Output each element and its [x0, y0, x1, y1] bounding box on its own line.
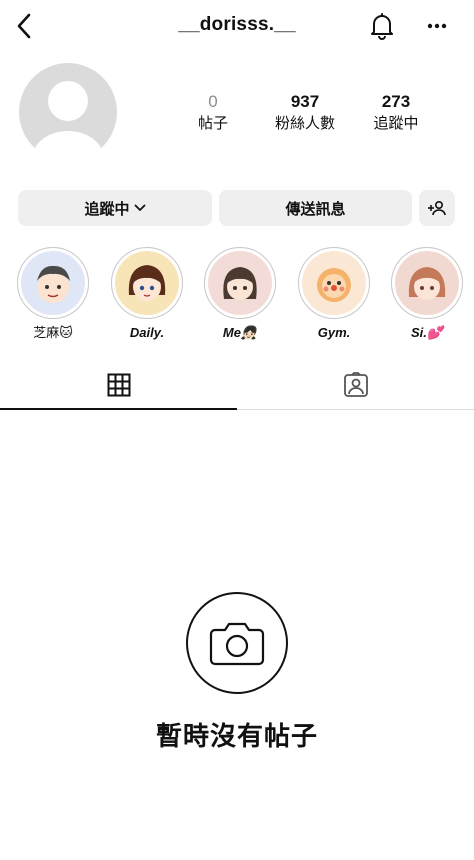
tab-posts-grid[interactable]	[0, 360, 237, 410]
empty-state-text: 暫時沒有帖子	[155, 722, 318, 752]
stat-followers-label: 粉絲人數	[274, 114, 335, 132]
add-user-icon	[428, 200, 446, 216]
highlight-item[interactable]: Daily.	[110, 247, 184, 341]
active-tab-indicator	[0, 408, 237, 410]
profile-username: __dorisss.__	[178, 14, 296, 35]
camera-icon	[209, 622, 265, 666]
stat-followers[interactable]: 937 粉絲人數	[260, 92, 350, 134]
highlight-ring	[204, 247, 276, 319]
cartoon-face-icon	[128, 265, 166, 301]
highlight-item[interactable]: Me👧🏻	[203, 247, 277, 341]
tagged-person-icon	[343, 372, 368, 397]
highlight-cover	[21, 251, 85, 315]
tab-tagged[interactable]	[237, 360, 474, 410]
suggested-users-button[interactable]	[419, 190, 455, 226]
cartoon-face-icon	[223, 267, 257, 300]
stat-followers-value: 937	[290, 92, 320, 111]
highlight-ring	[17, 247, 89, 319]
cartoon-face-icon	[408, 267, 446, 300]
profile-actions: 追蹤中 傳送訊息	[0, 190, 474, 226]
highlight-cover	[208, 251, 272, 315]
stat-posts-label: 帖子	[197, 114, 228, 132]
stat-posts-value: 0	[208, 92, 218, 111]
profile-stats: 0 帖子 937 粉絲人數 273 追蹤中	[0, 92, 474, 136]
highlight-caption: Gym.	[317, 325, 351, 340]
highlight-cover	[395, 251, 459, 315]
following-label: 追蹤中	[84, 199, 130, 218]
highlight-caption: Me👧🏻	[222, 325, 258, 340]
empty-posts-state: 暫時沒有帖子	[0, 592, 474, 753]
highlight-caption: Daily.	[129, 325, 165, 340]
profile-header: __dorisss.__	[0, 0, 474, 52]
message-button[interactable]: 傳送訊息	[219, 190, 412, 226]
highlight-ring	[298, 247, 370, 319]
stat-following[interactable]: 273 追蹤中	[351, 92, 441, 134]
highlight-item[interactable]: Si.💕	[390, 247, 464, 341]
following-button[interactable]: 追蹤中	[18, 190, 212, 226]
stat-following-label: 追蹤中	[373, 114, 419, 132]
story-highlights: 芝麻🐱 Daily. Me👧🏻 Gym. Si.💕	[0, 247, 474, 347]
chevron-down-icon	[134, 204, 146, 212]
camera-circle	[186, 592, 288, 694]
stat-following-value: 273	[381, 92, 411, 111]
highlight-ring	[391, 247, 463, 319]
bell-icon	[371, 13, 393, 40]
highlight-cover	[115, 251, 179, 315]
highlight-item[interactable]: 芝麻🐱	[16, 247, 90, 341]
highlight-caption: 芝麻🐱	[33, 325, 73, 340]
cartoon-face-icon	[37, 265, 70, 303]
more-options-button[interactable]	[423, 10, 451, 42]
profile-tabs	[0, 360, 474, 410]
cartoon-face-icon	[317, 268, 351, 302]
highlight-item[interactable]: Gym.	[297, 247, 371, 341]
message-label: 傳送訊息	[285, 199, 346, 218]
highlight-ring	[111, 247, 183, 319]
highlight-cover	[302, 251, 366, 315]
more-horizontal-icon	[427, 23, 447, 29]
notifications-button[interactable]	[366, 10, 398, 42]
stat-posts[interactable]: 0 帖子	[168, 92, 258, 134]
grid-icon	[107, 373, 130, 397]
highlight-caption: Si.💕	[410, 325, 444, 340]
